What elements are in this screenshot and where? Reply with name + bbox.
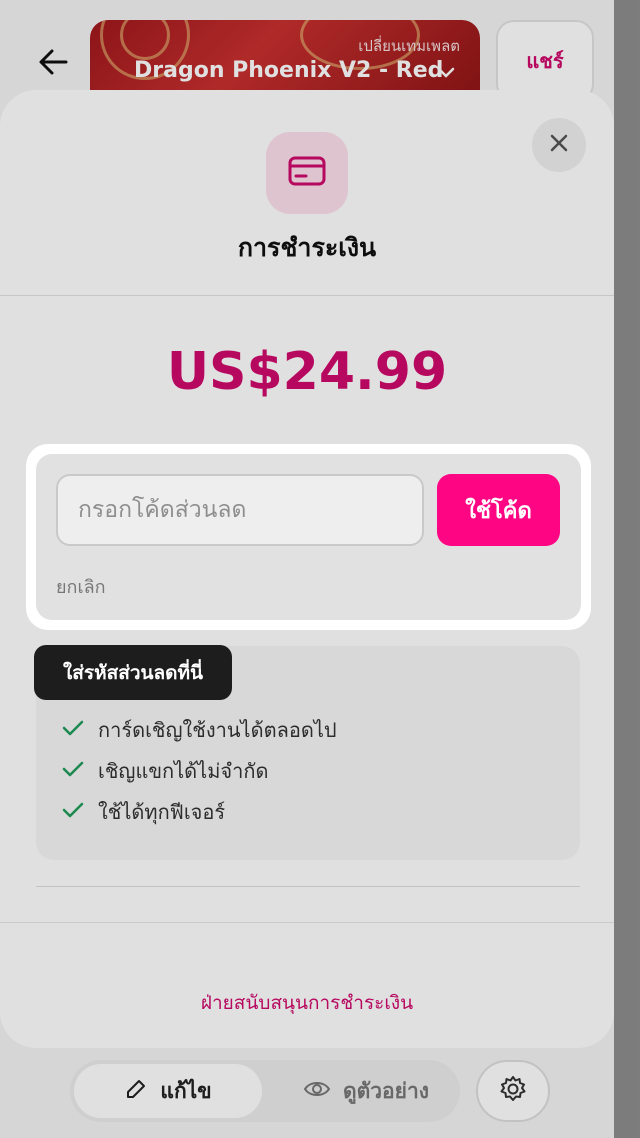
coupon-panel-inner: ใช้โค้ด ยกเลิก [36,454,581,620]
cancel-coupon-link[interactable]: ยกเลิก [56,572,106,601]
apply-code-button[interactable]: ใช้โค้ด [437,474,560,546]
coupon-panel: ใช้โค้ด ยกเลิก [26,444,591,630]
coupon-tooltip: ใส่รหัสส่วนลดที่นี่ [34,645,232,700]
coupon-code-input[interactable] [56,474,424,546]
